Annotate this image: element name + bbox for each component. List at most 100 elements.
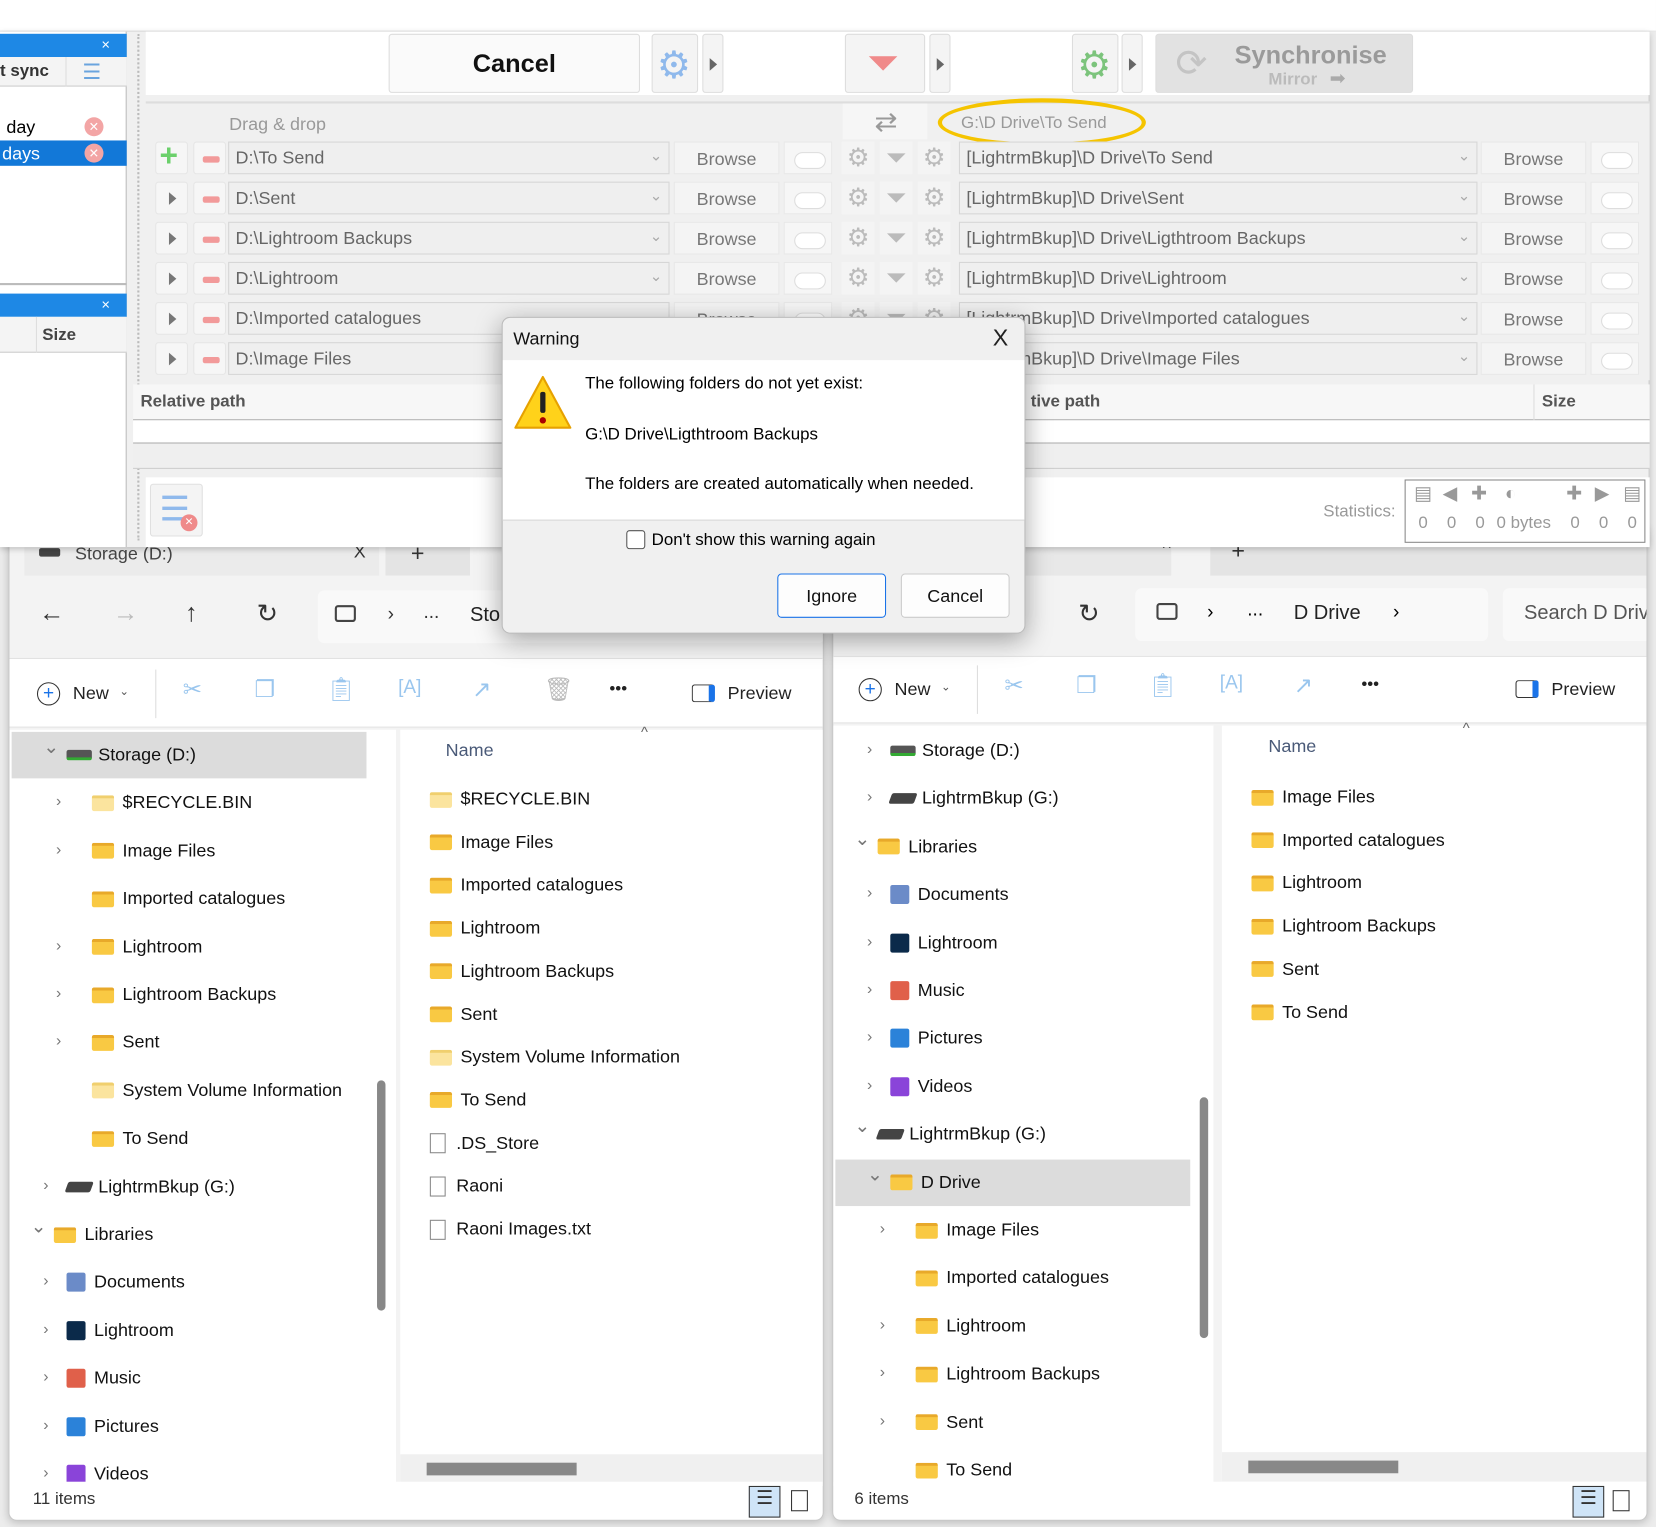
name-column-header[interactable]: Name [1268, 736, 1316, 757]
breadcrumb-item[interactable]: D Drive [1294, 602, 1361, 625]
horizontal-scrollbar[interactable] [400, 1454, 823, 1484]
left-folder-input[interactable]: D:\Lightroom Backups ⌄ [228, 221, 670, 255]
right-folder-input[interactable]: [LightrmBkup]\D Drive\Lightroom ⌄ [958, 261, 1478, 295]
paste-icon[interactable]: 📋︎ [326, 676, 356, 703]
sync-settings-icon[interactable]: ⚙ [917, 261, 951, 295]
filter-icon[interactable]: ⏷ [879, 221, 913, 255]
tree-item[interactable]: ⌄ D Drive [835, 1159, 1191, 1206]
tree-item[interactable]: › LightrmBkup (G:) [12, 1163, 367, 1209]
compare-dropdown-button[interactable] [702, 33, 724, 93]
compare-settings-icon[interactable]: ⚙ [841, 261, 875, 295]
horizontal-scrollbar[interactable] [1221, 1452, 1647, 1482]
tree-item[interactable]: Imported catalogues [12, 876, 367, 922]
filter-icon[interactable]: ⏷ [879, 181, 913, 215]
breadcrumb-overflow[interactable]: ... [1247, 599, 1263, 621]
cut-icon[interactable]: ✂ [1004, 672, 1023, 699]
chevron-right-icon[interactable]: › [43, 1464, 48, 1482]
browse-right-button[interactable]: Browse [1480, 141, 1587, 175]
up-icon[interactable]: ↑ [185, 599, 198, 629]
tree-item[interactable]: ⌄ LightrmBkup (G:) [835, 1111, 1190, 1157]
close-dialog-button[interactable]: X [993, 324, 1009, 351]
cloud-left-button[interactable] [783, 261, 833, 295]
config-item-selected[interactable]: days ✕ [0, 140, 127, 166]
browse-right-button[interactable]: Browse [1480, 342, 1587, 375]
copy-icon[interactable]: ❐ [255, 676, 276, 703]
tree-item[interactable]: › Documents [835, 871, 1190, 917]
tree-item[interactable]: › Music [835, 967, 1190, 1013]
chevron-right-icon[interactable]: › [880, 1412, 885, 1430]
chevron-right-icon[interactable]: › [867, 932, 872, 950]
new-button[interactable]: New [895, 679, 931, 700]
scrollbar-thumb[interactable] [426, 1462, 577, 1476]
file-item[interactable]: Image Files [429, 827, 553, 859]
chevron-right-icon[interactable]: › [56, 984, 61, 1002]
right-folder-input[interactable]: [LightrmBkup]\D Drive\Image Files ⌄ [958, 342, 1478, 375]
preview-button[interactable]: Preview [1551, 679, 1615, 700]
cloud-right-button[interactable] [1590, 221, 1640, 255]
chevron-down-icon[interactable]: ⌄ [1458, 307, 1470, 325]
browse-right-button[interactable]: Browse [1480, 221, 1587, 255]
tree-item[interactable]: › Music [12, 1355, 367, 1401]
cloud-left-button[interactable] [783, 181, 833, 215]
file-item[interactable]: Raoni [429, 1170, 503, 1202]
tree-item[interactable]: To Send [12, 1115, 367, 1161]
remove-pair-button[interactable] [193, 221, 227, 255]
file-item[interactable]: Sent [429, 999, 497, 1031]
chevron-right-icon[interactable]: › [56, 1032, 61, 1050]
file-item[interactable]: Imported catalogues [1251, 824, 1445, 856]
cloud-right-button[interactable] [1590, 302, 1640, 335]
scrollbar-thumb[interactable] [1199, 1097, 1209, 1339]
browse-right-button[interactable]: Browse [1480, 302, 1587, 335]
file-item[interactable]: Image Files [1251, 782, 1375, 814]
tree-item[interactable]: › Sent [835, 1399, 1190, 1445]
search-input[interactable]: Search D Driv [1502, 588, 1647, 642]
chevron-right-icon[interactable]: › [880, 1220, 885, 1238]
chevron-right-icon[interactable]: › [867, 1028, 872, 1046]
remove-pair-button[interactable] [193, 302, 227, 335]
copy-icon[interactable]: ❐ [1076, 672, 1097, 699]
expand-pair-button[interactable] [155, 342, 188, 375]
cloud-right-button[interactable] [1590, 261, 1640, 295]
chevron-right-icon[interactable]: › [880, 1364, 885, 1382]
expand-pair-button[interactable] [155, 261, 188, 295]
tree-item[interactable]: ⌄ Libraries [12, 1211, 367, 1257]
tiles-view-icon[interactable] [791, 1490, 808, 1512]
chevron-down-icon[interactable]: ⌄ [650, 227, 662, 245]
add-pair-button[interactable]: + [155, 138, 188, 175]
remove-pair-button[interactable] [193, 141, 227, 175]
dont-show-checkbox-label[interactable]: Don't show this warning again [652, 531, 876, 550]
file-item[interactable]: System Volume Information [429, 1042, 680, 1074]
chevron-down-icon[interactable]: ⌄ [650, 147, 662, 165]
rename-icon[interactable]: [A] [398, 676, 421, 698]
filter-button[interactable]: ⏷ [844, 33, 926, 93]
file-item[interactable]: .DS_Store [429, 1127, 539, 1159]
file-item[interactable]: Lightroom [429, 913, 540, 945]
delete-icon[interactable]: 🗑︎ [544, 676, 574, 703]
tree-item[interactable]: › Pictures [835, 1015, 1190, 1061]
chevron-down-icon[interactable]: ⌄ [854, 1115, 870, 1137]
share-icon[interactable]: ↗ [472, 676, 491, 703]
chevron-right-icon[interactable]: › [43, 1176, 48, 1194]
cancel-button[interactable]: Cancel [388, 33, 640, 93]
chevron-down-icon[interactable]: ⌄ [1458, 347, 1470, 365]
relative-path-header-left[interactable]: Relative path [140, 393, 245, 412]
chevron-right-icon[interactable]: › [56, 792, 61, 810]
chevron-down-icon[interactable]: ⌄ [1458, 227, 1470, 245]
tree-item[interactable]: Imported catalogues [835, 1255, 1190, 1301]
right-folder-input[interactable]: [LightrmBkup]\D Drive\Imported catalogue… [958, 302, 1478, 335]
view-filter-button[interactable]: ☰ ✕ [149, 483, 203, 537]
filter-icon[interactable]: ⏷ [879, 261, 913, 295]
tree-item[interactable]: › Lightroom [12, 924, 367, 970]
left-folder-input[interactable]: D:\To Send ⌄ [228, 141, 670, 175]
rename-icon[interactable]: [A] [1220, 672, 1243, 694]
name-column-header[interactable]: Name [446, 740, 494, 761]
chevron-down-icon[interactable]: ⌄ [1458, 267, 1470, 285]
file-item[interactable]: Lightroom Backups [429, 956, 614, 988]
left-folder-input[interactable]: D:\Lightroom ⌄ [228, 261, 670, 295]
cloud-right-button[interactable] [1590, 141, 1640, 175]
chevron-down-icon[interactable]: ⌄ [1458, 147, 1470, 165]
sync-settings-button[interactable]: ⚙ [1071, 33, 1119, 93]
sync-settings-icon[interactable]: ⚙ [917, 221, 951, 255]
size-column-header[interactable]: Size [42, 326, 76, 345]
refresh-icon[interactable]: ↻ [1078, 599, 1099, 630]
